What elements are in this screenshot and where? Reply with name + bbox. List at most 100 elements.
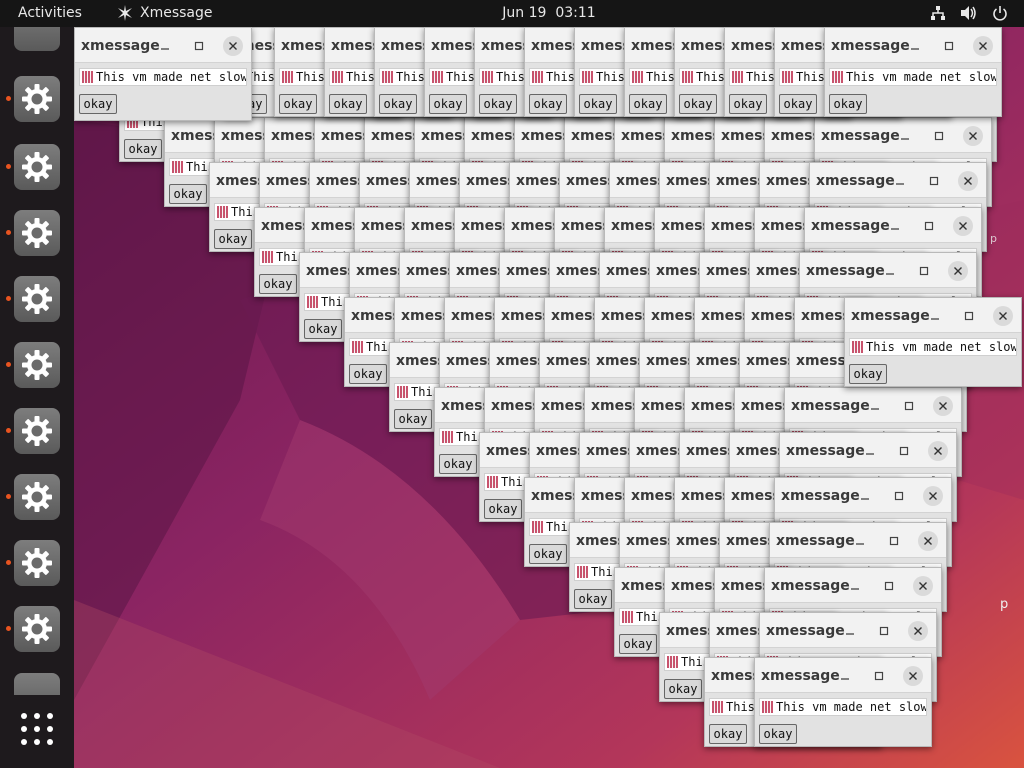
window-titlebar[interactable]: xmessage xyxy=(775,478,951,513)
minimize-button[interactable] xyxy=(925,306,945,326)
window-titlebar[interactable]: xmessage xyxy=(785,388,961,423)
okay-button[interactable]: okay xyxy=(329,94,367,114)
dock-item-settings[interactable] xyxy=(6,276,60,322)
minimize-button[interactable] xyxy=(865,396,885,416)
power-icon[interactable] xyxy=(992,5,1008,21)
scroll-grip-icon[interactable] xyxy=(487,476,498,488)
okay-button[interactable]: okay xyxy=(709,724,747,744)
dock-item-settings[interactable] xyxy=(6,342,60,388)
close-button[interactable] xyxy=(963,126,983,146)
minimize-button[interactable] xyxy=(880,261,900,281)
dock-item-settings[interactable] xyxy=(6,210,60,256)
window-titlebar[interactable]: xmessage xyxy=(755,658,931,693)
okay-button[interactable]: okay xyxy=(529,544,567,564)
scroll-grip-icon[interactable] xyxy=(282,71,293,83)
maximize-button[interactable] xyxy=(889,486,909,506)
dock-item-settings[interactable] xyxy=(6,144,60,190)
xmessage-window[interactable]: xmessage This vm made net slow okay xyxy=(74,27,252,121)
minimize-button[interactable] xyxy=(835,666,855,686)
maximize-button[interactable] xyxy=(879,576,899,596)
close-button[interactable] xyxy=(933,396,953,416)
maximize-button[interactable] xyxy=(939,36,959,56)
okay-button[interactable]: okay xyxy=(349,364,387,384)
xmessage-window[interactable]: xmessage This vm made net slow okay xyxy=(754,657,932,747)
minimize-button[interactable] xyxy=(155,36,175,56)
maximize-button[interactable] xyxy=(874,621,894,641)
dock-item-settings[interactable] xyxy=(6,474,60,520)
maximize-button[interactable] xyxy=(959,306,979,326)
okay-button[interactable]: okay xyxy=(759,724,797,744)
okay-button[interactable]: okay xyxy=(729,94,767,114)
window-titlebar[interactable]: xmessage xyxy=(765,568,941,603)
scroll-grip-icon[interactable] xyxy=(732,71,743,83)
okay-button[interactable]: okay xyxy=(679,94,717,114)
minimize-button[interactable] xyxy=(895,126,915,146)
window-titlebar[interactable]: xmessage xyxy=(770,523,946,558)
okay-button[interactable]: okay xyxy=(629,94,667,114)
scroll-grip-icon[interactable] xyxy=(82,71,93,83)
app-menu[interactable]: Xmessage xyxy=(116,4,213,22)
maximize-button[interactable] xyxy=(869,666,889,686)
dock-item-partial[interactable] xyxy=(14,673,60,695)
minimize-button[interactable] xyxy=(885,216,905,236)
scroll-grip-icon[interactable] xyxy=(532,521,543,533)
scroll-grip-icon[interactable] xyxy=(667,656,678,668)
okay-button[interactable]: okay xyxy=(479,94,517,114)
dock-item-settings[interactable] xyxy=(6,606,60,652)
close-button[interactable] xyxy=(948,261,968,281)
maximize-button[interactable] xyxy=(924,171,944,191)
window-titlebar[interactable]: xmessage xyxy=(800,253,976,288)
scroll-grip-icon[interactable] xyxy=(832,71,843,83)
scroll-grip-icon[interactable] xyxy=(172,161,183,173)
activities-button[interactable]: Activities xyxy=(18,5,82,21)
close-button[interactable] xyxy=(908,621,928,641)
okay-button[interactable]: okay xyxy=(394,409,432,429)
scroll-grip-icon[interactable] xyxy=(332,71,343,83)
dock-item-settings[interactable] xyxy=(6,76,60,122)
okay-button[interactable]: okay xyxy=(169,184,207,204)
okay-button[interactable]: okay xyxy=(259,274,297,294)
okay-button[interactable]: okay xyxy=(124,139,162,159)
okay-button[interactable]: okay xyxy=(849,364,887,384)
close-button[interactable] xyxy=(918,531,938,551)
scroll-grip-icon[interactable] xyxy=(262,251,273,263)
scroll-grip-icon[interactable] xyxy=(712,701,723,713)
scroll-grip-icon[interactable] xyxy=(532,71,543,83)
minimize-button[interactable] xyxy=(860,441,880,461)
close-button[interactable] xyxy=(923,486,943,506)
scroll-grip-icon[interactable] xyxy=(682,71,693,83)
maximize-button[interactable] xyxy=(899,396,919,416)
minimize-button[interactable] xyxy=(890,171,910,191)
minimize-button[interactable] xyxy=(850,531,870,551)
maximize-button[interactable] xyxy=(929,126,949,146)
scroll-grip-icon[interactable] xyxy=(582,71,593,83)
window-titlebar[interactable]: xmessage xyxy=(780,433,956,468)
scroll-grip-icon[interactable] xyxy=(432,71,443,83)
okay-button[interactable]: okay xyxy=(304,319,342,339)
okay-button[interactable]: okay xyxy=(484,499,522,519)
volume-icon[interactable] xyxy=(960,5,978,21)
minimize-button[interactable] xyxy=(855,486,875,506)
minimize-button[interactable] xyxy=(845,576,865,596)
scroll-grip-icon[interactable] xyxy=(622,611,633,623)
clock-date[interactable]: Jun 19 xyxy=(502,5,546,21)
scroll-grip-icon[interactable] xyxy=(482,71,493,83)
scroll-grip-icon[interactable] xyxy=(382,71,393,83)
show-applications-icon[interactable] xyxy=(21,713,53,745)
okay-button[interactable]: okay xyxy=(379,94,417,114)
system-tray[interactable] xyxy=(930,5,1008,21)
close-button[interactable] xyxy=(928,441,948,461)
okay-button[interactable]: okay xyxy=(529,94,567,114)
okay-button[interactable]: okay xyxy=(664,679,702,699)
network-icon[interactable] xyxy=(930,5,946,21)
scroll-grip-icon[interactable] xyxy=(352,341,363,353)
scroll-grip-icon[interactable] xyxy=(442,431,453,443)
okay-button[interactable]: okay xyxy=(779,94,817,114)
dock-item-settings[interactable] xyxy=(6,408,60,454)
okay-button[interactable]: okay xyxy=(829,94,867,114)
maximize-button[interactable] xyxy=(884,531,904,551)
close-button[interactable] xyxy=(993,306,1013,326)
xmessage-window[interactable]: xmessage This vm made net slow okay xyxy=(844,297,1022,387)
close-button[interactable] xyxy=(903,666,923,686)
okay-button[interactable]: okay xyxy=(439,454,477,474)
